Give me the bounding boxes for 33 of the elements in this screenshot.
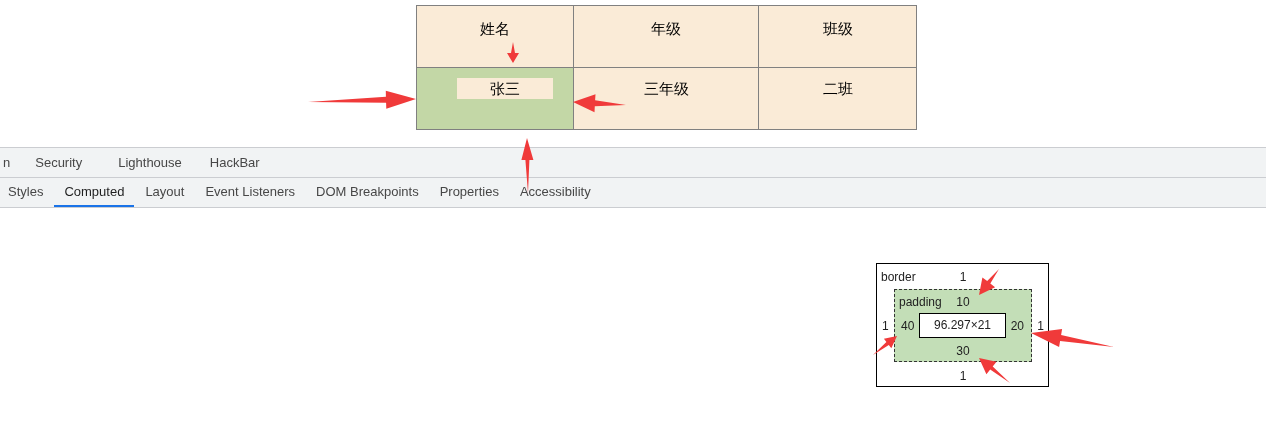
column-header: 姓名	[416, 5, 574, 68]
sidebar-tab[interactable]: Styles	[0, 178, 54, 207]
sidebar-tab[interactable]: Computed	[54, 178, 135, 207]
sidebar-tab[interactable]: Accessibility	[509, 178, 601, 207]
border-right-value: 1	[1037, 319, 1044, 333]
panel-tab[interactable]: n	[3, 152, 11, 173]
column-header: 班级	[758, 5, 917, 68]
panel-tab[interactable]: Security	[35, 152, 83, 173]
annotation-arrow	[873, 336, 897, 355]
sidebar-tab[interactable]: Layout	[135, 178, 195, 207]
border-top-value: 1	[959, 270, 967, 284]
annotation-arrow	[979, 358, 1010, 383]
border-bottom-value: 1	[959, 369, 967, 383]
padding-top-value: 10	[956, 295, 970, 309]
padding-right-value: 20	[1010, 319, 1024, 333]
sidebar-tab[interactable]: DOM Breakpoints	[306, 178, 429, 207]
table-cell: 张三	[457, 78, 553, 99]
annotation-arrow	[507, 42, 519, 63]
annotation-arrow	[979, 269, 999, 295]
border-left-value: 1	[882, 319, 889, 333]
annotation-arrow	[573, 94, 626, 113]
panel-tab[interactable]: Lighthouse	[118, 152, 182, 173]
column-header: 年级	[573, 5, 759, 68]
padding-left-value: 40	[901, 319, 915, 333]
sidebar-tab[interactable]: Event Listeners	[195, 178, 306, 207]
content-size: 96.297×21	[919, 313, 1006, 338]
panel-tab[interactable]: HackBar	[209, 152, 260, 173]
border-label: border	[881, 270, 916, 284]
padding-label: padding	[899, 295, 942, 309]
table-cell: 二班	[758, 67, 917, 130]
padding-bottom-value: 30	[956, 344, 970, 358]
sidebar-tab[interactable]: Properties	[429, 178, 509, 207]
table-cell: 三年级	[573, 67, 759, 130]
